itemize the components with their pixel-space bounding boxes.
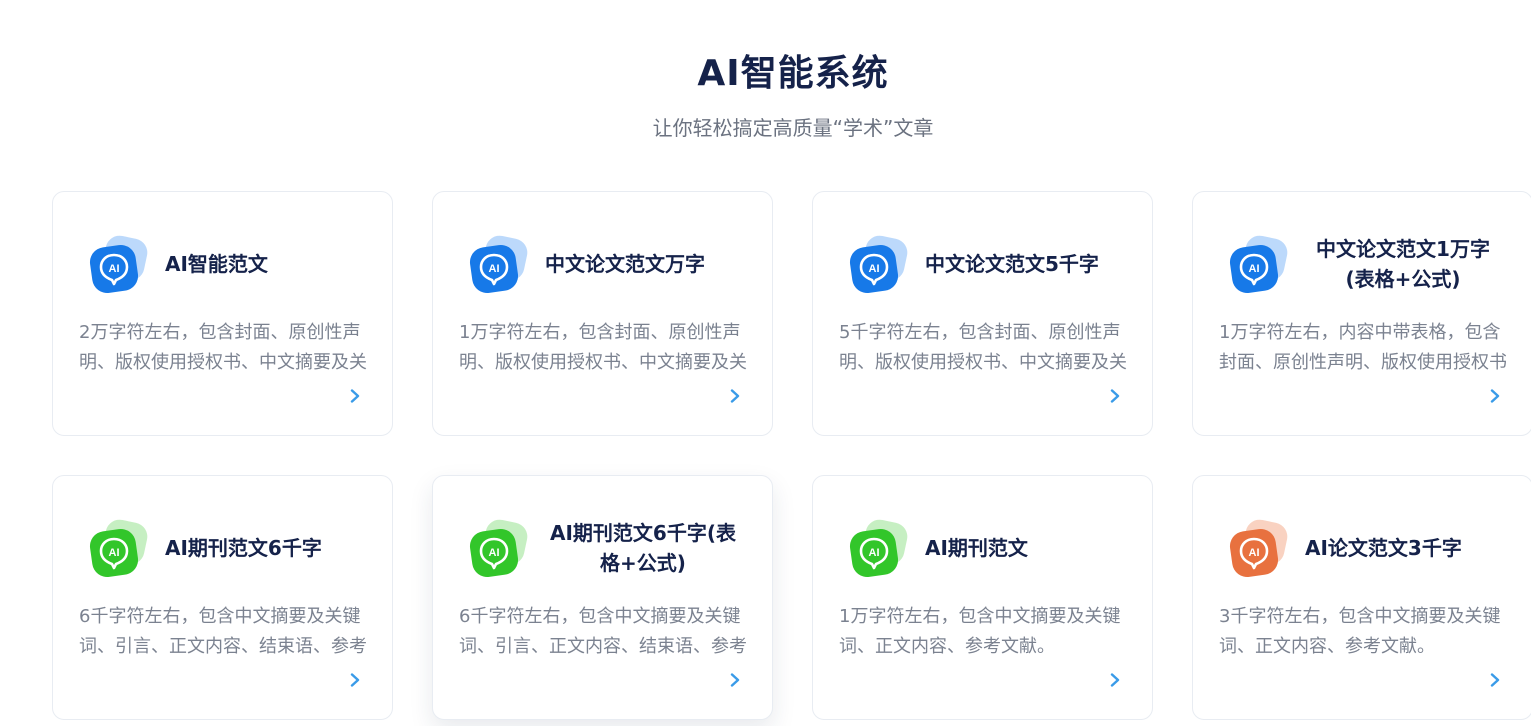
card-title: AI期刊范文 bbox=[925, 536, 1028, 560]
svg-text:AI: AI bbox=[1249, 547, 1260, 559]
ai-badge-blue-icon: AI bbox=[468, 235, 530, 297]
chevron-right-icon[interactable] bbox=[348, 672, 362, 687]
card-title: AI期刊范文6千字(表格+公式) bbox=[550, 521, 736, 575]
svg-text:AI: AI bbox=[489, 263, 500, 275]
chevron-right-icon[interactable] bbox=[1108, 388, 1122, 403]
ai-badge-blue-icon: AI bbox=[88, 235, 150, 297]
svg-text:AI: AI bbox=[869, 263, 880, 275]
card-description: 6千字符左右，包含中文摘要及关键词、引言、正文内容、结束语、参考文献 bbox=[79, 606, 367, 657]
card-chinese-thesis-5k[interactable]: AI 中文论文范文5千字 5千字符左右，包含封面、原创性声明、版权使用授权书、中… bbox=[812, 191, 1153, 436]
card-title: AI智能范文 bbox=[165, 252, 268, 276]
svg-text:AI: AI bbox=[109, 263, 120, 275]
chevron-right-icon[interactable] bbox=[1108, 672, 1122, 687]
card-chinese-thesis-10k-tables[interactable]: AI 中文论文范文1万字(表格+公式) 1万字符左右，内容中带表格，包含封面、原… bbox=[1192, 191, 1531, 436]
page-subtitle: 让你轻松搞定高质量“学术”文章 bbox=[652, 116, 934, 140]
ai-badge-green-icon: AI bbox=[848, 519, 910, 581]
card-title: 中文论文范文万字 bbox=[545, 252, 705, 276]
card-title: AI期刊范文6千字 bbox=[165, 536, 322, 560]
card-description: 1万字符左右，包含封面、原创性声明、版权使用授权书、中文摘要及关键词 bbox=[459, 322, 747, 373]
card-description: 5千字符左右，包含封面、原创性声明、版权使用授权书、中文摘要及关键词 bbox=[839, 322, 1127, 373]
ai-badge-blue-icon: AI bbox=[848, 235, 910, 297]
chevron-right-icon[interactable] bbox=[728, 672, 742, 687]
ai-badge-green-icon: AI bbox=[468, 519, 530, 581]
svg-text:AI: AI bbox=[109, 547, 120, 559]
card-ai-journal[interactable]: AI AI期刊范文 1万字符左右，包含中文摘要及关键词、正文内容、参考文献。 bbox=[812, 475, 1153, 720]
card-title: 中文论文范文5千字 bbox=[925, 252, 1099, 276]
card-description: 3千字符左右，包含中文摘要及关键词、正文内容、参考文献。 bbox=[1219, 606, 1501, 657]
chevron-right-icon[interactable] bbox=[1488, 388, 1502, 403]
card-ai-journal-6k-tables[interactable]: AI AI期刊范文6千字(表格+公式) 6千字符左右，包含中文摘要及关键词、引言… bbox=[432, 475, 773, 720]
card-description: 6千字符左右，包含中文摘要及关键词、引言、正文内容、结束语、参考文献 bbox=[459, 606, 747, 657]
chevron-right-icon[interactable] bbox=[728, 388, 742, 403]
card-description: 1万字符左右，内容中带表格，包含封面、原创性声明、版权使用授权书 bbox=[1219, 322, 1507, 373]
chevron-right-icon[interactable] bbox=[348, 388, 362, 403]
page-title: AI智能系统 bbox=[697, 53, 889, 94]
card-title: AI论文范文3千字 bbox=[1305, 536, 1462, 560]
ai-badge-orange-icon: AI bbox=[1228, 519, 1290, 581]
svg-text:AI: AI bbox=[869, 547, 880, 559]
card-chinese-thesis-10k[interactable]: AI 中文论文范文万字 1万字符左右，包含封面、原创性声明、版权使用授权书、中文… bbox=[432, 191, 773, 436]
card-ai-thesis-3k[interactable]: AI AI论文范文3千字 3千字符左右，包含中文摘要及关键词、正文内容、参考文献… bbox=[1192, 475, 1531, 720]
card-description: 1万字符左右，包含中文摘要及关键词、正文内容、参考文献。 bbox=[839, 606, 1121, 657]
chevron-right-icon[interactable] bbox=[1488, 672, 1502, 687]
svg-text:AI: AI bbox=[489, 547, 500, 559]
card-ai-smart-essay[interactable]: AI AI智能范文 2万字符左右，包含封面、原创性声明、版权使用授权书、中文摘要… bbox=[52, 191, 393, 436]
card-description: 2万字符左右，包含封面、原创性声明、版权使用授权书、中文摘要及关键词 bbox=[79, 322, 367, 373]
card-ai-journal-6k[interactable]: AI AI期刊范文6千字 6千字符左右，包含中文摘要及关键词、引言、正文内容、结… bbox=[52, 475, 393, 720]
card-title: 中文论文范文1万字(表格+公式) bbox=[1316, 237, 1490, 291]
ai-badge-blue-icon: AI bbox=[1228, 235, 1290, 297]
ai-badge-green-icon: AI bbox=[88, 519, 150, 581]
svg-text:AI: AI bbox=[1249, 263, 1260, 275]
